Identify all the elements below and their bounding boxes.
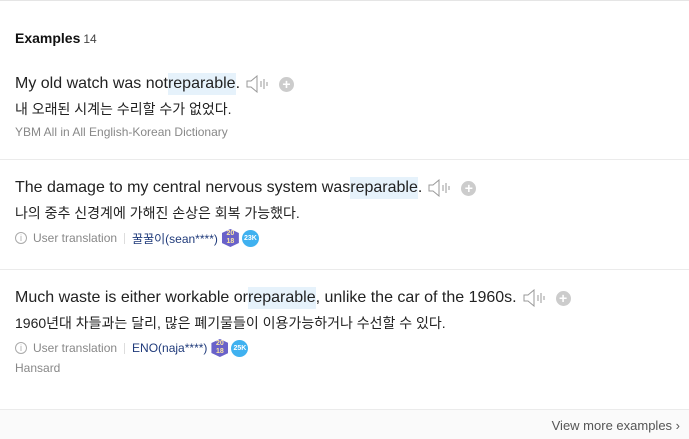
highlight-word: reparable [350, 177, 418, 199]
info-icon[interactable]: i [15, 342, 27, 354]
korean-translation: 1960년대 차들과는 달리, 많은 폐기물들이 이용가능하거나 수선할 수 있… [15, 315, 446, 331]
user-link[interactable]: ENO(naja****) [132, 341, 207, 355]
info-icon[interactable]: i [15, 232, 27, 244]
divider [0, 269, 689, 270]
source-link[interactable]: Hansard [15, 361, 689, 375]
example-sentence: The damage to my central nervous system … [15, 179, 351, 196]
korean-translation: 내 오래된 시계는 수리할 수가 없었다. [15, 101, 232, 117]
add-icon[interactable]: + [279, 76, 295, 92]
user-link[interactable]: 꿀꿀이(sean****) [132, 230, 218, 247]
source-link[interactable]: YBM All in All English-Korean Dictionary [15, 125, 689, 139]
example-sentence-end: . [235, 75, 241, 92]
example-item: Much waste is either workable or reparab… [15, 287, 689, 375]
examples-heading: Examples 14 [15, 30, 97, 46]
divider [0, 159, 689, 160]
user-translation-label: User translation [33, 231, 118, 245]
highlight-word: reparable [167, 73, 236, 95]
highlight-word: reparable [247, 287, 316, 309]
korean-translation: 나의 중추 신경계에 가해진 손상은 회복 가능했다. [15, 205, 300, 221]
count-badge-icon: 25K [231, 339, 249, 357]
footer: View more examples › [0, 409, 689, 439]
user-translation-label: User translation [33, 341, 118, 355]
year-badge-icon: 20 18 [221, 229, 239, 247]
add-icon[interactable]: + [555, 290, 571, 306]
speaker-icon[interactable] [246, 75, 270, 93]
example-sentence: Much waste is either workable or [15, 289, 248, 306]
separator [124, 342, 126, 354]
speaker-icon[interactable] [523, 289, 547, 307]
example-sentence-end: , unlike the car of the 1960s. [315, 289, 517, 306]
example-sentence-end: . [417, 179, 423, 196]
examples-count: 14 [83, 32, 97, 46]
add-icon[interactable]: + [461, 180, 477, 196]
example-item: My old watch was not reparable. + 내 오래된 시… [15, 73, 689, 139]
example-sentence: My old watch was not [15, 75, 168, 92]
count-badge-icon: 23K [241, 229, 259, 247]
separator [124, 232, 126, 244]
view-more-examples-link[interactable]: View more examples › [552, 418, 680, 433]
example-item: The damage to my central nervous system … [15, 177, 689, 247]
year-badge-icon: 20 18 [211, 339, 229, 357]
speaker-icon[interactable] [428, 179, 452, 197]
